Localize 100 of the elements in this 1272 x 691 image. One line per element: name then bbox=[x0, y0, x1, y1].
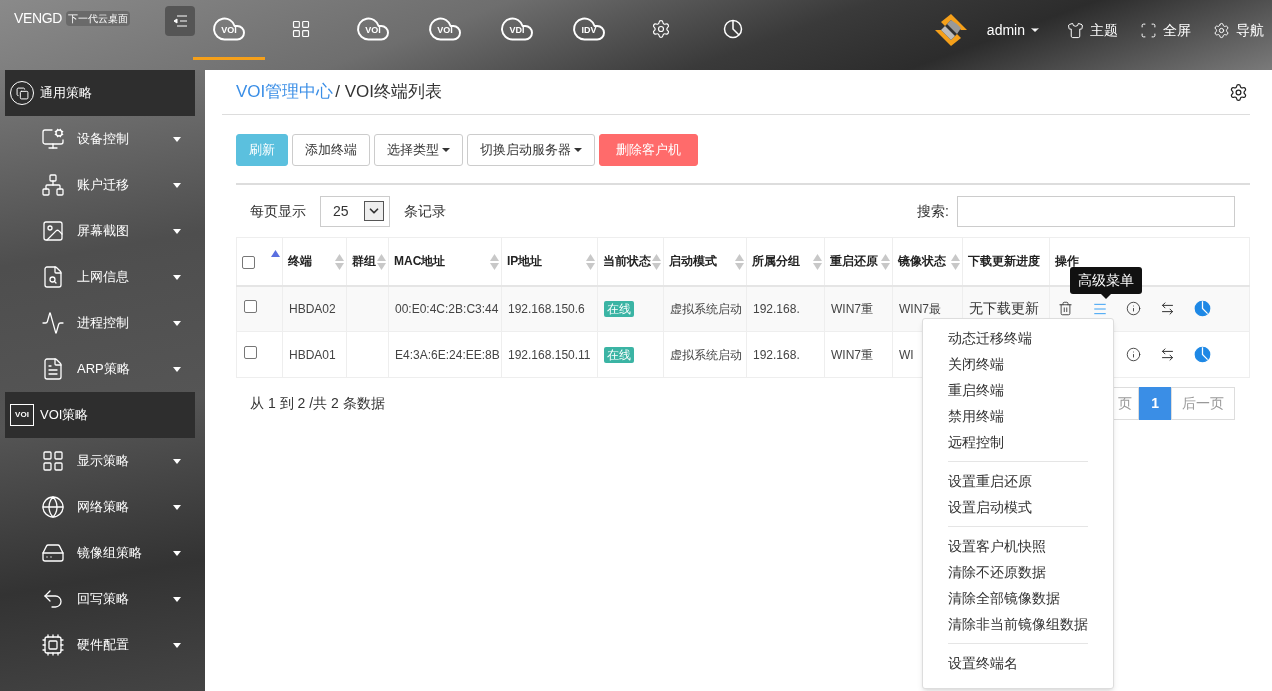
menu-item[interactable]: 清除全部镜像数据 bbox=[948, 585, 1088, 611]
caret-icon bbox=[173, 366, 181, 372]
top-nav-tab[interactable]: VOI bbox=[193, 0, 265, 60]
swap-icon[interactable] bbox=[1160, 347, 1175, 362]
gear-icon[interactable] bbox=[651, 18, 671, 39]
status-badge: 在线 bbox=[604, 300, 634, 317]
dropdown-icon bbox=[364, 201, 384, 221]
sidebar-item[interactable]: ARP策略 bbox=[5, 346, 195, 392]
caret-icon bbox=[173, 136, 181, 142]
table-cell: E4:3A:6E:24:EE:8B bbox=[395, 347, 500, 362]
menu-item[interactable]: 远程控制 bbox=[948, 429, 1088, 455]
menu-item[interactable]: 设置启动模式 bbox=[948, 494, 1088, 520]
top-action-button[interactable]: 主题 bbox=[1067, 19, 1118, 41]
cloud-label: VOI bbox=[365, 26, 381, 35]
page-size-suffix: 条记录 bbox=[404, 201, 446, 221]
menu-item[interactable]: 关闭终端 bbox=[948, 351, 1088, 377]
item-label: 显示策略 bbox=[77, 452, 129, 471]
user-menu-button[interactable]: admin bbox=[986, 19, 1041, 41]
brand-tagline: 下一代云桌面 bbox=[66, 11, 131, 26]
menu-item-icon bbox=[41, 357, 65, 381]
column-header: 操作 bbox=[1055, 254, 1079, 269]
top-action-button[interactable]: 导航 bbox=[1213, 19, 1264, 41]
table-cell: 192.168. bbox=[753, 301, 800, 316]
table-cell: 192.168.150.11 bbox=[508, 347, 591, 362]
section-label: VOI策略 bbox=[40, 406, 89, 425]
sidebar-toggle-button[interactable] bbox=[165, 6, 195, 36]
item-label: 镜像组策略 bbox=[77, 544, 142, 563]
sidebar-item[interactable]: 网络策略 bbox=[5, 484, 195, 530]
breadcrumb-link[interactable]: VOI管理中心 bbox=[236, 79, 334, 105]
sidebar-item[interactable]: 账户迁移 bbox=[5, 162, 195, 208]
sidebar-section[interactable]: 通用策略 bbox=[5, 70, 195, 116]
column-header: 下载更新进度 bbox=[968, 254, 1040, 269]
table-cell: 192.168. bbox=[753, 347, 800, 362]
fullscreen-icon bbox=[1140, 21, 1157, 39]
top-nav-tab[interactable]: IDV bbox=[553, 0, 625, 60]
caret-icon bbox=[173, 182, 181, 188]
column-header[interactable]: 群组 bbox=[352, 254, 376, 269]
sidebar-item[interactable]: 屏幕截图 bbox=[5, 208, 195, 254]
item-label: ARP策略 bbox=[77, 360, 130, 379]
sidebar-item[interactable]: 设备控制 bbox=[5, 116, 195, 162]
row-checkbox[interactable] bbox=[244, 345, 257, 359]
top-nav-tab[interactable]: VOI bbox=[409, 0, 481, 60]
menu-item[interactable]: 动态迁移终端 bbox=[948, 325, 1088, 351]
column-header[interactable]: IP地址 bbox=[507, 254, 543, 269]
menu-item-icon bbox=[41, 541, 65, 565]
menu-item-icon bbox=[41, 311, 65, 335]
sidebar-item[interactable]: 上网信息 bbox=[5, 254, 195, 300]
table-cell: 虚拟系统启动 bbox=[670, 347, 742, 362]
caret-icon bbox=[173, 596, 181, 602]
toolbar-button[interactable]: 添加终端 bbox=[292, 134, 370, 166]
swap-icon[interactable] bbox=[1160, 301, 1175, 317]
section-label: 通用策略 bbox=[40, 84, 92, 103]
page-size-label: 每页显示 bbox=[250, 201, 306, 221]
row-checkbox[interactable] bbox=[244, 300, 257, 313]
item-label: 网络策略 bbox=[77, 498, 129, 517]
checkbox[interactable] bbox=[242, 255, 255, 269]
top-action-button[interactable]: 全屏 bbox=[1140, 19, 1191, 41]
menu-item[interactable]: 禁用终端 bbox=[948, 403, 1088, 429]
info-icon[interactable] bbox=[1126, 347, 1141, 362]
status-badge: 在线 bbox=[604, 346, 634, 363]
search-field[interactable] bbox=[957, 195, 1235, 227]
top-nav-tab[interactable]: VDI bbox=[481, 0, 553, 60]
item-label: 进程控制 bbox=[77, 314, 129, 333]
breadcrumb-current: / VOI终端列表 bbox=[335, 81, 443, 104]
sidebar-item[interactable]: 进程控制 bbox=[5, 300, 195, 346]
menu-item[interactable]: 设置重启还原 bbox=[948, 468, 1088, 494]
column-header[interactable]: 所属分组 bbox=[752, 254, 800, 269]
sidebar-item[interactable]: 硬件配置 bbox=[5, 622, 195, 668]
sidebar-item[interactable]: 镜像组策略 bbox=[5, 530, 195, 576]
menu-item[interactable]: 重启终端 bbox=[948, 377, 1088, 403]
item-label: 回写策略 bbox=[77, 590, 129, 609]
sidebar-item[interactable]: 显示策略 bbox=[5, 438, 195, 484]
menu-item[interactable]: 清除非当前镜像组数据 bbox=[948, 611, 1088, 637]
cloud-label: VOI bbox=[437, 26, 453, 35]
info-icon[interactable] bbox=[1126, 301, 1141, 317]
toolbar-button[interactable]: 选择类型 bbox=[374, 134, 463, 166]
table-cell: WI bbox=[899, 347, 914, 362]
sidebar-section[interactable]: VOI VOI策略 bbox=[5, 392, 195, 438]
grid-icon[interactable] bbox=[291, 18, 311, 39]
caret-icon bbox=[173, 504, 181, 510]
toolbar-button[interactable]: 切换启动服务器 bbox=[467, 134, 595, 166]
menu-item[interactable]: 设置终端名 bbox=[948, 650, 1088, 676]
cloud-label: IDV bbox=[581, 26, 597, 35]
sidebar-item[interactable]: 回写策略 bbox=[5, 576, 195, 622]
brand-name: VENGD bbox=[14, 9, 63, 28]
menu-item[interactable]: 清除不还原数据 bbox=[948, 559, 1088, 585]
menu-item-icon bbox=[41, 449, 65, 473]
page-size-select[interactable]: 25 bbox=[320, 195, 390, 227]
column-header[interactable]: MAC地址 bbox=[394, 254, 446, 269]
caret-icon bbox=[173, 550, 181, 556]
column-header[interactable]: 终端 bbox=[288, 254, 312, 269]
menu-item[interactable]: 设置客户机快照 bbox=[948, 533, 1088, 559]
table-cell: WIN7最 bbox=[899, 301, 941, 316]
table-cell: 无下载更新 bbox=[969, 300, 1039, 317]
top-nav-tab[interactable]: VOI bbox=[337, 0, 409, 60]
search-label: 搜索: bbox=[917, 201, 949, 221]
tooltip: 高级菜单 bbox=[1070, 267, 1142, 299]
column-header[interactable]: 启动模式 bbox=[669, 254, 717, 269]
settings-icon[interactable] bbox=[1229, 82, 1248, 102]
delete-icon[interactable] bbox=[1058, 301, 1073, 317]
